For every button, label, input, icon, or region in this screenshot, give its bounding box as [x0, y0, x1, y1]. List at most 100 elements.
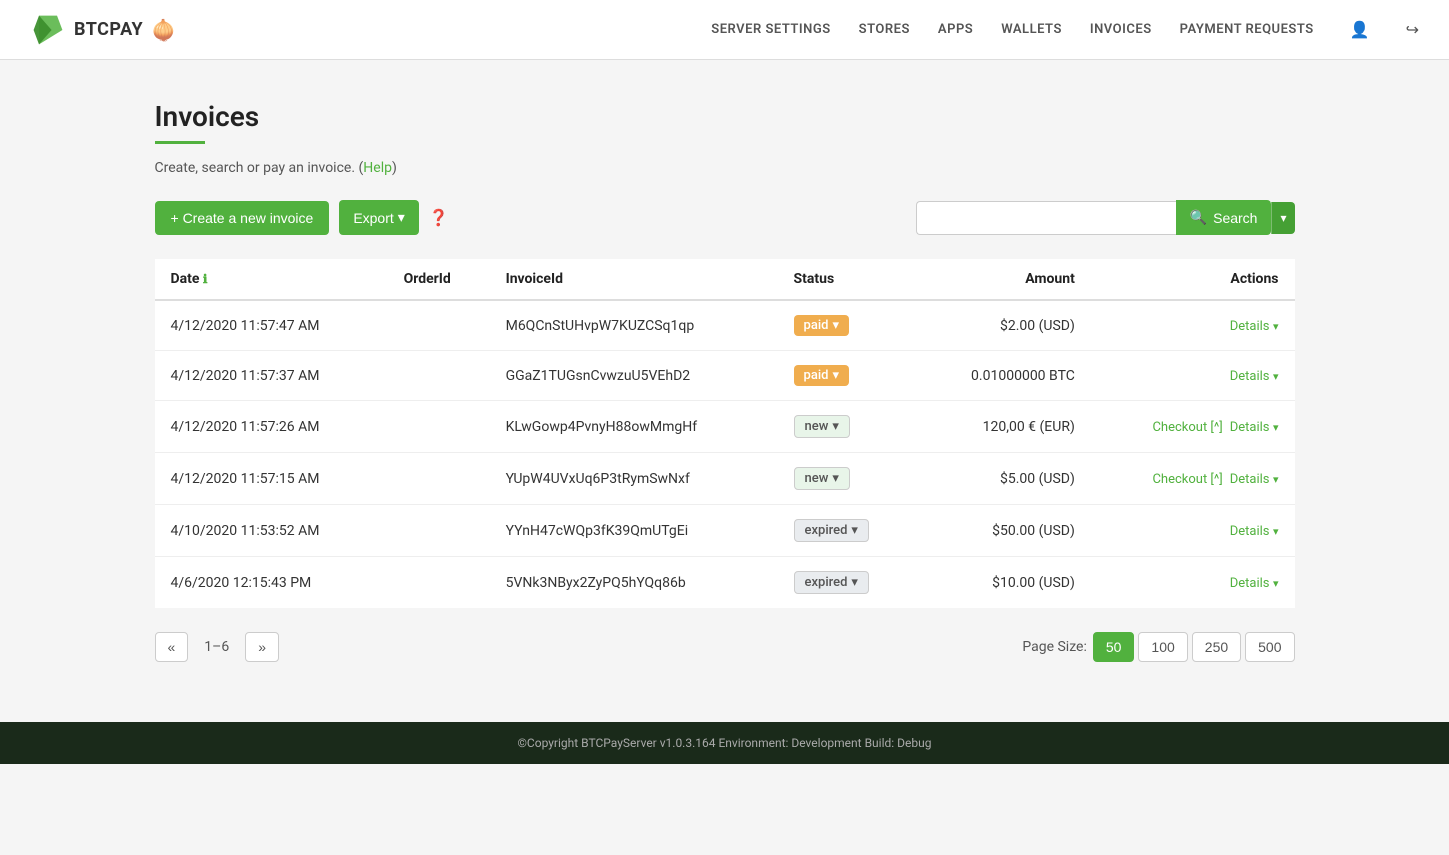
search-input[interactable] — [916, 201, 1176, 235]
col-amount: Amount — [916, 259, 1091, 300]
page-size-button[interactable]: 50 — [1093, 632, 1135, 662]
status-badge[interactable]: new ▾ — [794, 415, 850, 438]
cell-status: new ▾ — [778, 453, 916, 505]
status-caret-icon: ▾ — [851, 575, 858, 590]
brand-name: BTCPAY — [74, 19, 143, 40]
nav-payment-requests[interactable]: PAYMENT REQUESTS — [1180, 22, 1314, 37]
footer: ©Copyright BTCPayServer v1.0.3.164 Envir… — [0, 722, 1449, 764]
prev-page-button[interactable]: « — [155, 632, 189, 662]
pagination: « 1–6 » — [155, 632, 280, 662]
invoice-table: Date ℹ OrderId InvoiceId Status Amount A… — [155, 259, 1295, 608]
help-circle-icon[interactable]: ❓ — [429, 208, 449, 227]
col-status: Status — [778, 259, 916, 300]
tor-icon: 🧅 — [151, 18, 176, 42]
table-row: 4/10/2020 11:53:52 AM YYnH47cWQp3fK39QmU… — [155, 505, 1295, 557]
status-caret-icon: ▾ — [851, 523, 858, 538]
status-caret-icon: ▾ — [832, 368, 839, 383]
cell-invoiceid: KLwGowp4PvnyH88owMmgHf — [490, 401, 778, 453]
details-caret-icon[interactable]: ▾ — [1273, 421, 1279, 434]
page-sizes: 50100250500 — [1093, 632, 1295, 662]
status-badge[interactable]: new ▾ — [794, 467, 850, 490]
cell-actions: Details ▾ — [1091, 557, 1295, 609]
status-badge[interactable]: expired ▾ — [794, 571, 869, 594]
checkout-link[interactable]: Checkout [^] — [1152, 472, 1222, 487]
page-size-button[interactable]: 100 — [1138, 632, 1187, 662]
cell-invoiceid: YUpW4UVxUq6P3tRymSwNxf — [490, 453, 778, 505]
details-link[interactable]: Details — [1230, 420, 1270, 435]
page-size-button[interactable]: 250 — [1192, 632, 1241, 662]
table-body: 4/12/2020 11:57:47 AM M6QCnStUHvpW7KUZCS… — [155, 300, 1295, 608]
date-info-icon[interactable]: ℹ — [203, 272, 208, 286]
details-caret-icon[interactable]: ▾ — [1273, 320, 1279, 333]
details-caret-icon[interactable]: ▾ — [1273, 473, 1279, 486]
details-link[interactable]: Details — [1230, 472, 1270, 487]
cell-status: paid ▾ — [778, 351, 916, 401]
nav-wallets[interactable]: WALLETS — [1001, 22, 1062, 37]
cell-amount: $5.00 (USD) — [916, 453, 1091, 505]
cell-status: paid ▾ — [778, 300, 916, 351]
export-button-group: Export — [339, 200, 419, 235]
cell-invoiceid: GGaZ1TUGsnCvwzuU5VEhD2 — [490, 351, 778, 401]
toolbar-right: 🔍 Search — [916, 200, 1295, 235]
page-size-button[interactable]: 500 — [1245, 632, 1294, 662]
details-caret-icon[interactable]: ▾ — [1273, 370, 1279, 383]
nav-server-settings[interactable]: SERVER SETTINGS — [711, 22, 830, 37]
status-caret-icon: ▾ — [832, 471, 839, 486]
cell-status: new ▾ — [778, 401, 916, 453]
details-link[interactable]: Details — [1230, 524, 1270, 539]
table-row: 4/6/2020 12:15:43 PM 5VNk3NByx2ZyPQ5hYQq… — [155, 557, 1295, 609]
search-caret-icon — [1280, 211, 1286, 225]
nav-stores[interactable]: STORES — [859, 22, 910, 37]
details-link[interactable]: Details — [1230, 576, 1270, 591]
export-button[interactable]: Export — [339, 200, 419, 235]
status-badge[interactable]: paid ▾ — [794, 315, 849, 336]
cell-orderid — [388, 401, 490, 453]
details-link[interactable]: Details — [1230, 319, 1270, 334]
cell-orderid — [388, 453, 490, 505]
table-row: 4/12/2020 11:57:47 AM M6QCnStUHvpW7KUZCS… — [155, 300, 1295, 351]
pagination-area: « 1–6 » Page Size: 50100250500 — [155, 632, 1295, 662]
details-caret-icon[interactable]: ▾ — [1273, 525, 1279, 538]
cell-invoiceid: 5VNk3NByx2ZyPQ5hYQq86b — [490, 557, 778, 609]
page-title: Invoices — [155, 100, 1295, 133]
status-badge[interactable]: paid ▾ — [794, 365, 849, 386]
cell-actions: Details ▾ — [1091, 351, 1295, 401]
cell-amount: $2.00 (USD) — [916, 300, 1091, 351]
help-link[interactable]: Help — [363, 160, 392, 176]
cell-orderid — [388, 300, 490, 351]
page-size-label: Page Size: — [1022, 639, 1087, 655]
cell-invoiceid: M6QCnStUHvpW7KUZCSq1qp — [490, 300, 778, 351]
cell-status: expired ▾ — [778, 505, 916, 557]
nav-links: SERVER SETTINGS STORES APPS WALLETS INVO… — [711, 20, 1419, 39]
cell-orderid — [388, 351, 490, 401]
nav-apps[interactable]: APPS — [938, 22, 973, 37]
search-button[interactable]: 🔍 Search — [1176, 200, 1272, 235]
brand-link[interactable]: BTCPAY 🧅 — [30, 12, 176, 48]
search-caret-button[interactable] — [1271, 202, 1294, 234]
page-range: 1–6 — [192, 633, 241, 661]
user-icon[interactable]: 👤 — [1350, 20, 1370, 39]
cell-date: 4/10/2020 11:53:52 AM — [155, 505, 388, 557]
checkout-link[interactable]: Checkout [^] — [1152, 420, 1222, 435]
col-actions: Actions — [1091, 259, 1295, 300]
cell-date: 4/6/2020 12:15:43 PM — [155, 557, 388, 609]
navbar: BTCPAY 🧅 SERVER SETTINGS STORES APPS WAL… — [0, 0, 1449, 60]
table-row: 4/12/2020 11:57:37 AM GGaZ1TUGsnCvwzuU5V… — [155, 351, 1295, 401]
details-caret-icon[interactable]: ▾ — [1273, 577, 1279, 590]
status-badge[interactable]: expired ▾ — [794, 519, 869, 542]
page-size-area: Page Size: 50100250500 — [1022, 632, 1294, 662]
nav-invoices[interactable]: INVOICES — [1090, 22, 1152, 37]
cell-date: 4/12/2020 11:57:37 AM — [155, 351, 388, 401]
col-date: Date ℹ — [155, 259, 388, 300]
cell-actions: Checkout [^] Details ▾ — [1091, 453, 1295, 505]
details-link[interactable]: Details — [1230, 369, 1270, 384]
next-page-button[interactable]: » — [245, 632, 279, 662]
table-row: 4/12/2020 11:57:15 AM YUpW4UVxUq6P3tRymS… — [155, 453, 1295, 505]
create-invoice-button[interactable]: + Create a new invoice — [155, 201, 330, 235]
toolbar-left: + Create a new invoice Export ❓ — [155, 200, 449, 235]
logout-icon[interactable]: ↪ — [1406, 20, 1419, 39]
cell-orderid — [388, 557, 490, 609]
table-row: 4/12/2020 11:57:26 AM KLwGowp4PvnyH88owM… — [155, 401, 1295, 453]
main-content: Invoices Create, search or pay an invoic… — [125, 60, 1325, 722]
cell-amount: 120,00 € (EUR) — [916, 401, 1091, 453]
